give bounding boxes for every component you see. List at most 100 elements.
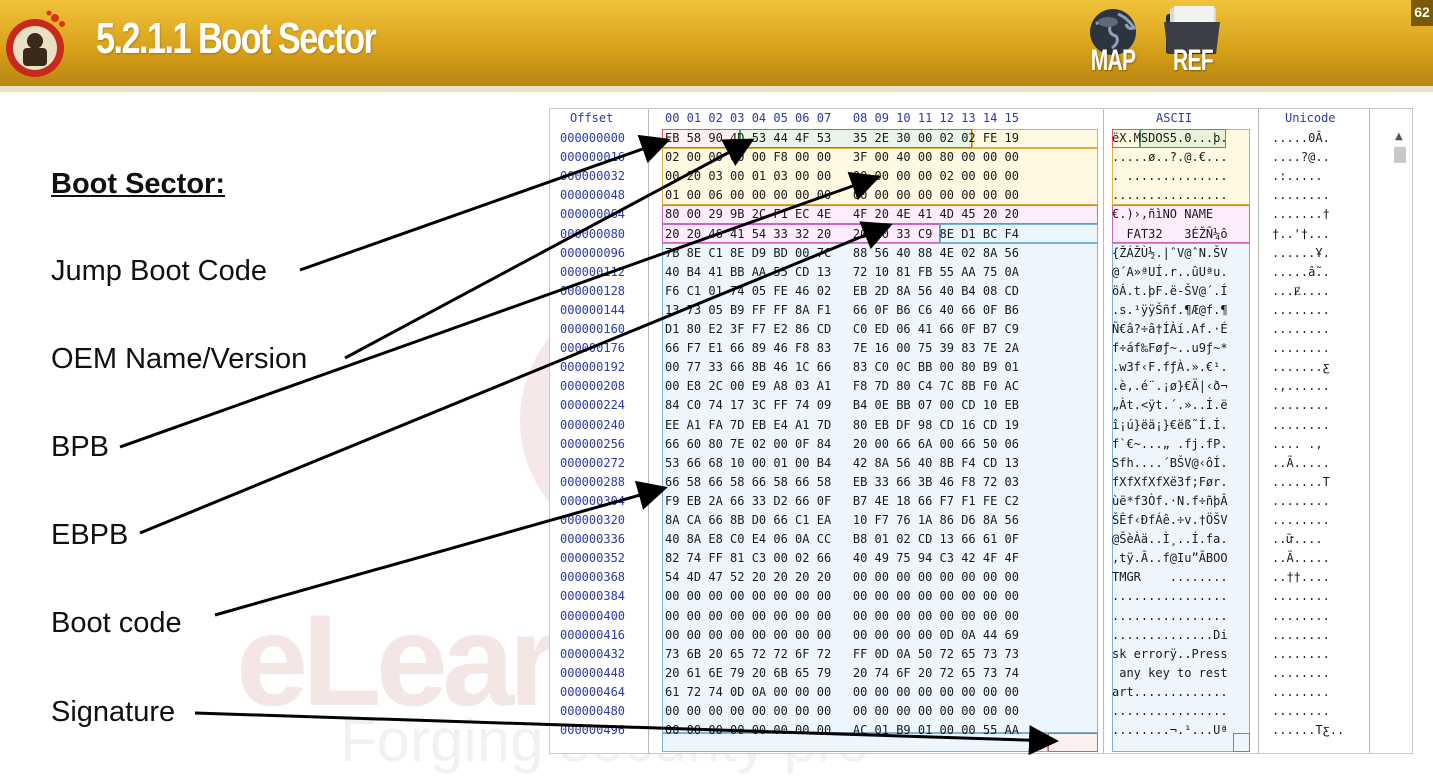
row-unicode[interactable]: ...Ɇ.... — [1272, 282, 1330, 301]
row-ascii[interactable]: ..............Di — [1112, 626, 1228, 645]
row-hex-bytes[interactable]: 66 F7 E1 66 89 46 F8 83 7E 16 00 75 39 8… — [665, 339, 1019, 358]
row-hex-bytes[interactable]: 00 77 33 66 8B 46 1C 66 83 C0 0C BB 00 8… — [665, 358, 1019, 377]
row-ascii[interactable]: ëX.MSDOS5.0...þ. — [1112, 129, 1228, 148]
row-offset[interactable]: 000000464 — [560, 683, 625, 702]
row-offset[interactable]: 000000080 — [560, 225, 625, 244]
row-offset[interactable]: 000000224 — [560, 396, 625, 415]
row-hex-bytes[interactable]: 82 74 FF 81 C3 00 02 66 40 49 75 94 C3 4… — [665, 549, 1019, 568]
row-hex-bytes[interactable]: 54 4D 47 52 20 20 20 20 00 00 00 00 00 0… — [665, 568, 1019, 587]
row-offset[interactable]: 000000288 — [560, 473, 625, 492]
row-offset[interactable]: 000000240 — [560, 416, 625, 435]
row-offset[interactable]: 000000016 — [560, 148, 625, 167]
map-button[interactable]: MAP — [1078, 4, 1148, 80]
row-unicode[interactable]: .......T — [1272, 473, 1330, 492]
row-hex-bytes[interactable]: 8A CA 66 8B D0 66 C1 EA 10 F7 76 1A 86 D… — [665, 511, 1019, 530]
row-hex-bytes[interactable]: 20 61 6E 79 20 6B 65 79 20 74 6F 20 72 6… — [665, 664, 1019, 683]
row-hex-bytes[interactable]: 13 73 05 B9 FF FF 8A F1 66 0F B6 C6 40 6… — [665, 301, 1019, 320]
scroll-up-arrow-icon[interactable]: ▲ — [1395, 131, 1403, 142]
row-hex-bytes[interactable]: F6 C1 01 74 05 FE 46 02 EB 2D 8A 56 40 B… — [665, 282, 1019, 301]
row-hex-bytes[interactable]: 00 00 00 00 00 00 00 00 00 00 00 00 0D 0… — [665, 626, 1019, 645]
row-offset[interactable]: 000000416 — [560, 626, 625, 645]
row-ascii[interactable]: fXfXfXfXë3f;Før. — [1112, 473, 1228, 492]
row-hex-bytes[interactable]: 02 00 00 00 00 F8 00 00 3F 00 40 00 80 0… — [665, 148, 1019, 167]
row-hex-bytes[interactable]: 00 20 03 00 01 03 00 00 00 00 00 00 02 0… — [665, 167, 1019, 186]
row-ascii[interactable]: .....ø..?.@.€... — [1112, 148, 1228, 167]
row-ascii[interactable]: .è,.é¨.¡ø}€Ä|‹ð¬ — [1112, 377, 1228, 396]
row-ascii[interactable]: ................ — [1112, 702, 1228, 721]
row-hex-bytes[interactable]: F9 EB 2A 66 33 D2 66 0F B7 4E 18 66 F7 F… — [665, 492, 1019, 511]
row-ascii[interactable]: ‚tÿ.Ã..f@Iu”ÃBOO — [1112, 549, 1228, 568]
row-offset[interactable]: 000000048 — [560, 186, 625, 205]
row-offset[interactable]: 000000144 — [560, 301, 625, 320]
row-ascii[interactable]: öÁ.t.þF.ë-ŠV@´.Í — [1112, 282, 1228, 301]
row-ascii[interactable]: ùë*f3Òf.·N.f÷ñþÂ — [1112, 492, 1228, 511]
row-offset[interactable]: 000000432 — [560, 645, 625, 664]
row-hex-bytes[interactable]: 00 00 00 00 00 00 00 00 00 00 00 00 00 0… — [665, 607, 1019, 626]
row-unicode[interactable]: ..ữ.... — [1272, 530, 1323, 549]
row-unicode[interactable]: ........ — [1272, 320, 1330, 339]
vertical-scrollbar[interactable]: ▲ — [1391, 129, 1409, 749]
row-offset[interactable]: 000000032 — [560, 167, 625, 186]
scroll-thumb[interactable] — [1394, 147, 1406, 163]
row-hex-bytes[interactable]: 66 60 80 7E 02 00 0F 84 20 00 66 6A 00 6… — [665, 435, 1019, 454]
hex-viewer[interactable]: Offset 00 01 02 03 04 05 06 07 08 09 10 … — [549, 108, 1413, 754]
row-hex-bytes[interactable]: 7B 8E C1 8E D9 BD 00 7C 88 56 40 88 4E 0… — [665, 244, 1019, 263]
row-ascii[interactable]: any key to rest — [1112, 664, 1227, 683]
row-unicode[interactable]: ........ — [1272, 664, 1330, 683]
row-ascii[interactable]: sk errorÿ..Press — [1112, 645, 1228, 664]
row-hex-bytes[interactable]: 00 E8 2C 00 E9 A8 03 A1 F8 7D 80 C4 7C 8… — [665, 377, 1019, 396]
row-hex-bytes[interactable]: 40 8A E8 C0 E4 06 0A CC B8 01 02 CD 13 6… — [665, 530, 1019, 549]
row-unicode[interactable]: ........ — [1272, 645, 1330, 664]
row-offset[interactable]: 000000304 — [560, 492, 625, 511]
row-offset[interactable]: 000000384 — [560, 587, 625, 606]
row-unicode[interactable]: ........ — [1272, 396, 1330, 415]
row-unicode[interactable]: ........ — [1272, 511, 1330, 530]
row-unicode[interactable]: .....ẫ.. — [1272, 263, 1330, 282]
row-hex-bytes[interactable]: 00 00 00 00 00 00 00 00 AC 01 B9 01 00 0… — [665, 721, 1019, 740]
row-ascii[interactable]: Sfh....´BŠV@‹ôÍ. — [1112, 454, 1228, 473]
row-hex-bytes[interactable]: EB 58 90 4D 53 44 4F 53 35 2E 30 00 02 0… — [665, 129, 1019, 148]
row-ascii[interactable]: €.)›,ñìNO NAME — [1112, 205, 1228, 224]
row-ascii[interactable]: ŠÊf‹ÐfÁê.÷v.†ÖŠV — [1112, 511, 1228, 530]
row-hex-bytes[interactable]: EE A1 FA 7D EB E4 A1 7D 80 EB DF 98 CD 1… — [665, 416, 1019, 435]
row-unicode[interactable]: ........ — [1272, 683, 1330, 702]
row-ascii[interactable]: ................ — [1112, 186, 1228, 205]
row-hex-bytes[interactable]: 20 20 46 41 54 33 32 20 20 20 33 C9 8E D… — [665, 225, 1019, 244]
row-unicode[interactable]: ........ — [1272, 186, 1330, 205]
row-hex-bytes[interactable]: 73 6B 20 65 72 72 6F 72 FF 0D 0A 50 72 6… — [665, 645, 1019, 664]
row-offset[interactable]: 000000496 — [560, 721, 625, 740]
row-offset[interactable]: 000000160 — [560, 320, 625, 339]
row-offset[interactable]: 000000112 — [560, 263, 625, 282]
row-unicode[interactable]: .... ., — [1272, 435, 1323, 454]
row-offset[interactable]: 000000096 — [560, 244, 625, 263]
row-ascii[interactable]: .w3f‹F.fƒÀ.».€¹. — [1112, 358, 1228, 377]
row-offset[interactable]: 000000192 — [560, 358, 625, 377]
row-unicode[interactable]: .....0Â. — [1272, 129, 1330, 148]
row-offset[interactable]: 000000128 — [560, 282, 625, 301]
row-ascii[interactable]: „Àt.<ÿt.´.»..Í.ë — [1112, 396, 1228, 415]
row-hex-bytes[interactable]: 00 00 00 00 00 00 00 00 00 00 00 00 00 0… — [665, 587, 1019, 606]
row-hex-bytes[interactable]: 01 00 06 00 00 00 00 00 00 00 00 00 00 0… — [665, 186, 1019, 205]
row-ascii[interactable]: @´A»ªUÍ.r..ûUªu. — [1112, 263, 1228, 282]
row-unicode[interactable]: .......† — [1272, 205, 1330, 224]
row-offset[interactable]: 000000320 — [560, 511, 625, 530]
row-unicode[interactable]: .:..... — [1272, 167, 1323, 186]
row-offset[interactable]: 000000480 — [560, 702, 625, 721]
row-hex-bytes[interactable]: 61 72 74 0D 0A 00 00 00 00 00 00 00 00 0… — [665, 683, 1019, 702]
row-unicode[interactable]: ..Ã..... — [1272, 549, 1330, 568]
row-hex-bytes[interactable]: 84 C0 74 17 3C FF 74 09 B4 0E BB 07 00 C… — [665, 396, 1019, 415]
row-ascii[interactable]: f`€~...„ .fj.fP. — [1112, 435, 1228, 454]
row-hex-bytes[interactable]: 00 00 00 00 00 00 00 00 00 00 00 00 00 0… — [665, 702, 1019, 721]
ref-button[interactable]: REF — [1158, 4, 1228, 80]
row-ascii[interactable]: .s.¹ÿÿŠñf.¶Æ@f.¶ — [1112, 301, 1228, 320]
row-offset[interactable]: 000000352 — [560, 549, 625, 568]
row-unicode[interactable]: ........ — [1272, 339, 1330, 358]
row-unicode[interactable]: ......Tƹ.. — [1272, 721, 1344, 740]
row-unicode[interactable]: ........ — [1272, 416, 1330, 435]
row-ascii[interactable]: FAT32 3ÉŽÑ¼ô — [1112, 225, 1227, 244]
row-ascii[interactable]: @ŠèÀä..Ì¸..Í.fa. — [1112, 530, 1228, 549]
row-offset[interactable]: 000000400 — [560, 607, 625, 626]
row-ascii[interactable]: {ŽÁŽÙ½.|ˆV@ˆN.ŠV — [1112, 244, 1228, 263]
row-unicode[interactable]: ....?@.. — [1272, 148, 1330, 167]
row-ascii[interactable]: Ñ€â?÷â†ÍÀí.Af.·É — [1112, 320, 1228, 339]
